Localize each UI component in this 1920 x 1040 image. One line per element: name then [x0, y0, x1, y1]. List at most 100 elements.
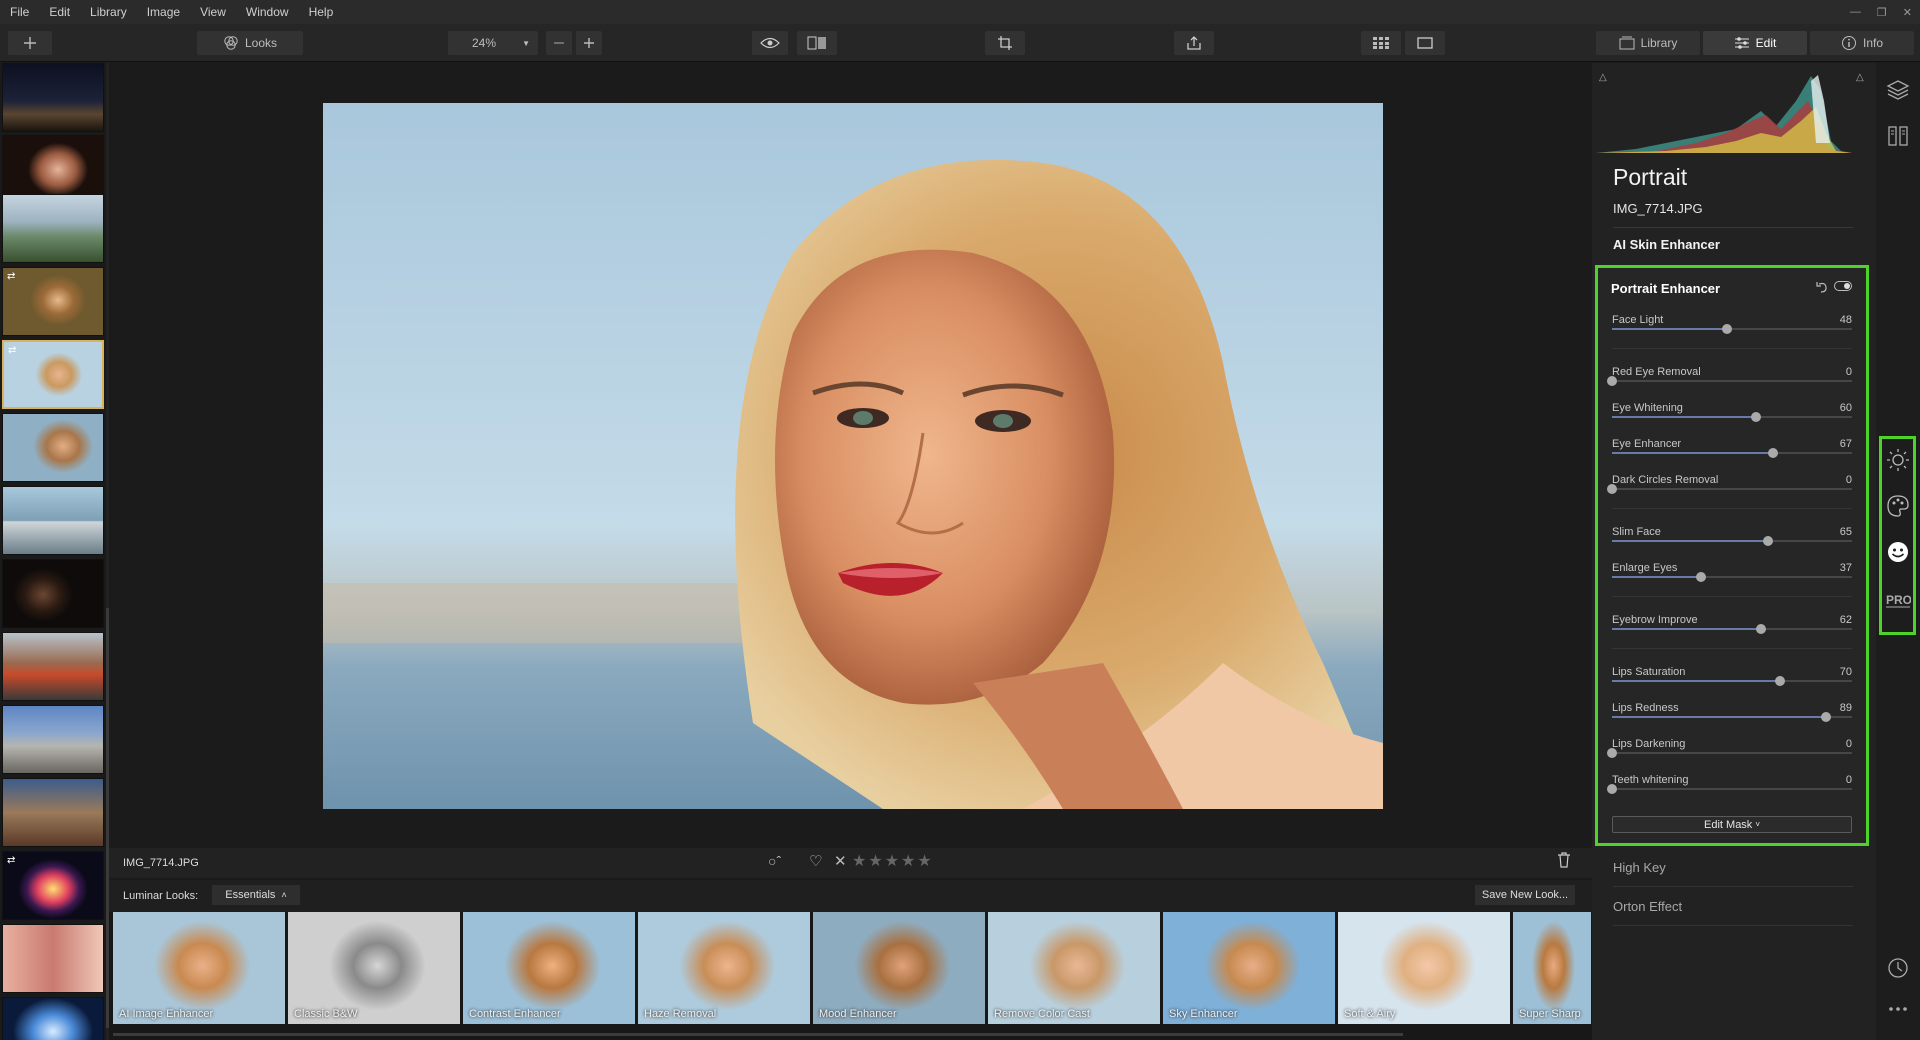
- look-preset[interactable]: Contrast Enhancer: [463, 912, 635, 1024]
- look-preset[interactable]: Sky Enhancer: [1163, 912, 1335, 1024]
- slider-handle[interactable]: [1820, 712, 1831, 722]
- undo-icon[interactable]: [1816, 280, 1828, 298]
- slider-track[interactable]: [1612, 536, 1852, 546]
- creative-palette-icon[interactable]: [1886, 494, 1910, 523]
- slider-value[interactable]: 0: [1846, 738, 1852, 750]
- visibility-toggle-icon[interactable]: [1834, 281, 1852, 291]
- slider-value[interactable]: 67: [1840, 438, 1852, 450]
- filmstrip-thumb[interactable]: [2, 559, 104, 628]
- slider-handle[interactable]: [1755, 624, 1766, 634]
- edit-mask-button[interactable]: Edit Mask ˅: [1612, 816, 1852, 833]
- slider-track[interactable]: [1612, 624, 1852, 634]
- slider-handle[interactable]: [1695, 572, 1706, 582]
- slider-track[interactable]: [1612, 324, 1852, 334]
- menu-library[interactable]: Library: [80, 0, 137, 24]
- star-rating[interactable]: ★★★★★: [852, 851, 934, 871]
- tool-high-key[interactable]: High Key: [1613, 860, 1666, 875]
- single-view-button[interactable]: [1405, 31, 1445, 55]
- slider-value[interactable]: 60: [1840, 402, 1852, 414]
- tool-orton-effect[interactable]: Orton Effect: [1613, 899, 1682, 914]
- reject-icon[interactable]: ✕: [834, 852, 847, 870]
- tool-ai-skin-enhancer[interactable]: AI Skin Enhancer: [1613, 237, 1720, 252]
- filmstrip-thumb[interactable]: [2, 194, 104, 263]
- history-clock-icon[interactable]: [1886, 956, 1910, 985]
- flag-icon[interactable]: ○ˆ: [768, 853, 781, 869]
- portrait-smiley-icon[interactable]: [1886, 540, 1910, 569]
- look-preset[interactable]: Classic B&W: [288, 912, 460, 1024]
- clipping-highlights-icon[interactable]: △: [1856, 72, 1864, 83]
- slider-value[interactable]: 37: [1840, 562, 1852, 574]
- slider-track[interactable]: [1607, 484, 1852, 494]
- slider-value[interactable]: 0: [1846, 474, 1852, 486]
- restore-icon[interactable]: ❐: [1877, 6, 1887, 19]
- filmstrip-thumb[interactable]: ⇄: [2, 851, 104, 920]
- menu-file[interactable]: File: [0, 0, 39, 24]
- filmstrip-thumb[interactable]: ⇄: [2, 267, 104, 336]
- tab-info[interactable]: Info: [1810, 31, 1914, 55]
- slider-handle[interactable]: [1775, 676, 1785, 686]
- slider-value[interactable]: 65: [1840, 526, 1852, 538]
- slider-track[interactable]: [1612, 676, 1852, 686]
- slider-track[interactable]: [1612, 572, 1852, 582]
- crop-button[interactable]: [985, 31, 1025, 55]
- compare-button[interactable]: [797, 31, 837, 55]
- look-preset[interactable]: Mood Enhancer: [813, 912, 985, 1024]
- main-photo[interactable]: [323, 103, 1383, 809]
- pro-tools-icon[interactable]: PRO: [1885, 591, 1912, 614]
- filmstrip-thumb[interactable]: [2, 632, 104, 701]
- looks-scrollbar[interactable]: [113, 1033, 1403, 1036]
- slider-handle[interactable]: [1763, 536, 1773, 546]
- looks-category-select[interactable]: Essentials ˄: [212, 885, 300, 905]
- menu-edit[interactable]: Edit: [39, 0, 80, 24]
- slider-handle[interactable]: [1607, 784, 1617, 794]
- share-button[interactable]: [1174, 31, 1214, 55]
- look-preset[interactable]: Remove Color Cast: [988, 912, 1160, 1024]
- menu-view[interactable]: View: [190, 0, 236, 24]
- slider-track[interactable]: [1612, 448, 1852, 458]
- menu-window[interactable]: Window: [236, 0, 299, 24]
- portrait-enhancer-title[interactable]: Portrait Enhancer: [1611, 281, 1720, 296]
- preview-button[interactable]: [752, 31, 788, 55]
- save-new-look-button[interactable]: Save New Look...: [1475, 885, 1575, 905]
- look-preset[interactable]: Soft & Airy: [1338, 912, 1510, 1024]
- tab-library[interactable]: Library: [1596, 31, 1700, 55]
- canvas-icon[interactable]: [1886, 125, 1910, 152]
- slider-value[interactable]: 0: [1846, 774, 1852, 786]
- slider-handle[interactable]: [1607, 376, 1617, 386]
- slider-track[interactable]: [1607, 784, 1852, 794]
- tab-edit[interactable]: Edit: [1703, 31, 1807, 55]
- filmstrip-thumb[interactable]: [2, 63, 104, 132]
- filmstrip-thumb[interactable]: [2, 997, 104, 1040]
- slider-value[interactable]: 70: [1840, 666, 1852, 678]
- menu-help[interactable]: Help: [299, 0, 344, 24]
- filmstrip-thumb[interactable]: [2, 924, 104, 993]
- filmstrip-thumb[interactable]: [2, 705, 104, 774]
- slider-handle[interactable]: [1751, 412, 1761, 422]
- zoom-out-button[interactable]: [546, 31, 572, 55]
- menu-image[interactable]: Image: [137, 0, 190, 24]
- heart-icon[interactable]: ♡: [809, 852, 822, 870]
- minimize-icon[interactable]: —: [1850, 6, 1861, 18]
- filmstrip-thumb[interactable]: [2, 486, 104, 555]
- zoom-in-button[interactable]: [576, 31, 602, 55]
- filmstrip-thumb[interactable]: [2, 413, 104, 482]
- slider-value[interactable]: 48: [1840, 314, 1852, 326]
- look-preset[interactable]: Haze Removal: [638, 912, 810, 1024]
- slider-handle[interactable]: [1607, 484, 1617, 494]
- zoom-select[interactable]: 24% ▼: [448, 31, 538, 55]
- slider-handle[interactable]: [1722, 324, 1733, 334]
- filmstrip-thumb-selected[interactable]: ⇄: [2, 340, 104, 409]
- look-preset[interactable]: AI Image Enhancer: [113, 912, 285, 1024]
- grid-view-button[interactable]: [1361, 31, 1401, 55]
- slider-handle[interactable]: [1607, 748, 1617, 758]
- filmstrip-thumb[interactable]: [2, 778, 104, 847]
- layers-icon[interactable]: [1886, 79, 1910, 106]
- slider-track[interactable]: [1612, 412, 1852, 422]
- more-options-icon[interactable]: [1886, 1001, 1910, 1019]
- slider-handle[interactable]: [1767, 448, 1778, 458]
- slider-track[interactable]: [1612, 712, 1852, 722]
- essentials-sun-icon[interactable]: [1886, 448, 1910, 477]
- add-button[interactable]: [8, 31, 52, 55]
- slider-value[interactable]: 62: [1840, 614, 1852, 626]
- slider-track[interactable]: [1607, 376, 1852, 386]
